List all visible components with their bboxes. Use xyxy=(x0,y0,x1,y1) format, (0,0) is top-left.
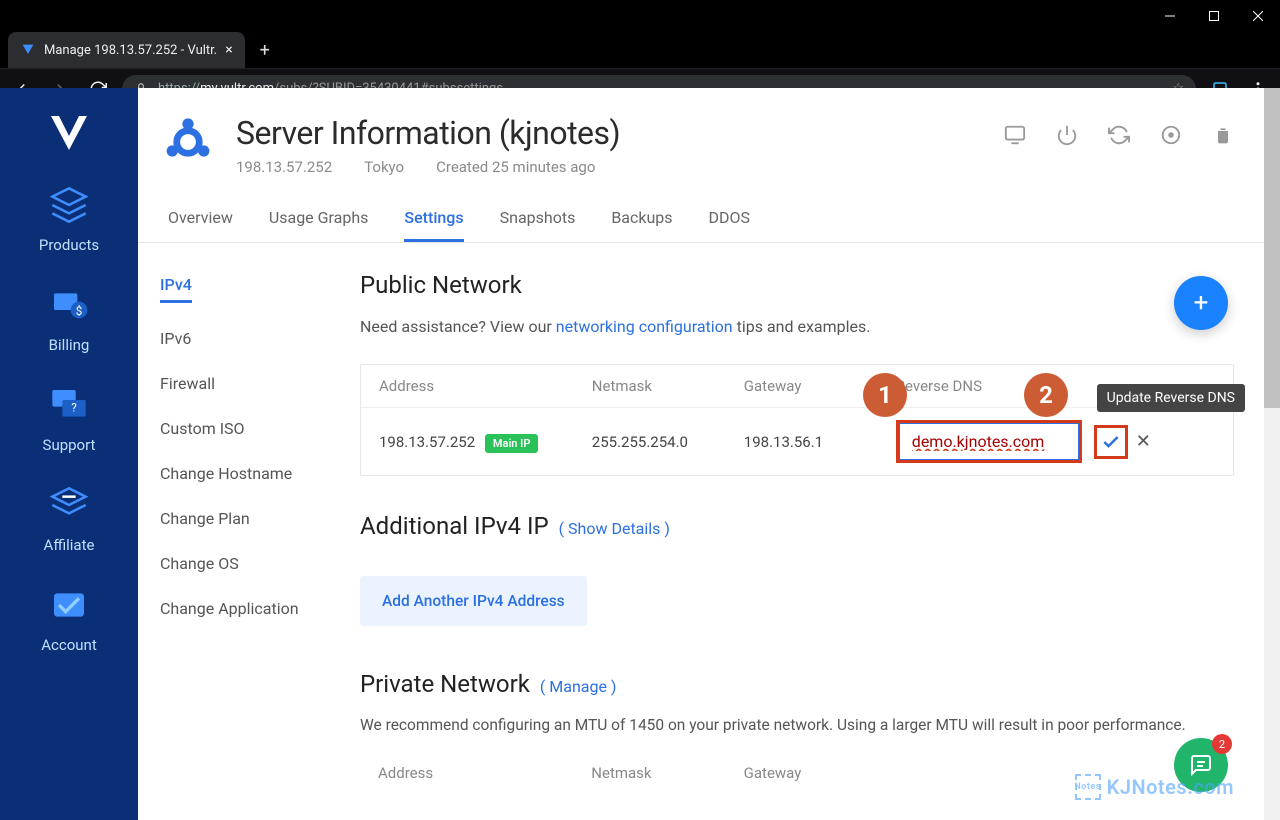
add-fab-button[interactable]: + xyxy=(1174,276,1228,330)
primary-sidebar: Products $ Billing ? Support Affiliate A… xyxy=(0,88,138,820)
subnav-custom-iso[interactable]: Custom ISO xyxy=(160,419,340,438)
settings-subnav: IPv4 IPv6 Firewall Custom ISO Change Hos… xyxy=(160,271,340,794)
main-ip-badge: Main IP xyxy=(485,434,539,453)
annotation-badge-1: 1 xyxy=(863,373,907,417)
tab-snapshots[interactable]: Snapshots xyxy=(500,208,576,242)
networking-config-link[interactable]: networking configuration xyxy=(556,317,733,336)
subnav-change-application[interactable]: Change Application xyxy=(160,599,340,618)
svg-text:$: $ xyxy=(76,304,83,318)
server-tabs: Overview Usage Graphs Settings Snapshots… xyxy=(138,196,1264,243)
cancel-rdns-button[interactable]: ✕ xyxy=(1136,431,1151,452)
update-rdns-tooltip: Update Reverse DNS xyxy=(1097,384,1245,412)
os-titlebar xyxy=(0,0,1280,32)
subnav-firewall[interactable]: Firewall xyxy=(160,374,340,393)
power-button[interactable] xyxy=(1056,124,1078,146)
subnav-ipv6[interactable]: IPv6 xyxy=(160,329,340,348)
sidebar-item-affiliate[interactable]: Affiliate xyxy=(43,482,95,554)
show-details-link[interactable]: ( Show Details ) xyxy=(559,519,670,538)
sidebar-item-products[interactable]: Products xyxy=(39,182,99,254)
page-title: Server Information (kjnotes) xyxy=(236,114,620,152)
settings-panel: Public Network Need assistance? View our… xyxy=(360,271,1234,794)
browser-tab-bar: Manage 198.13.57.252 - Vultr. × + xyxy=(0,32,1280,68)
watermark-icon: Notes xyxy=(1075,774,1101,800)
public-ip-table: Address Netmask Gateway Reverse DNS 198.… xyxy=(360,364,1234,476)
subnav-change-plan[interactable]: Change Plan xyxy=(160,509,340,528)
window-close-button[interactable] xyxy=(1236,0,1280,32)
tab-usage-graphs[interactable]: Usage Graphs xyxy=(269,208,369,242)
confirm-rdns-button[interactable] xyxy=(1094,425,1128,459)
browser-tab-title: Manage 198.13.57.252 - Vultr. xyxy=(44,43,217,58)
public-network-desc: Need assistance? View our networking con… xyxy=(360,317,1234,336)
public-network-heading: Public Network xyxy=(360,271,1234,299)
tab-settings[interactable]: Settings xyxy=(404,208,463,242)
products-stack-icon xyxy=(43,182,95,228)
ubuntu-os-icon xyxy=(160,114,216,170)
browser-tab[interactable]: Manage 198.13.57.252 - Vultr. × xyxy=(8,32,245,68)
page-header: Server Information (kjnotes) 198.13.57.2… xyxy=(138,88,1264,186)
main-content: Server Information (kjnotes) 198.13.57.2… xyxy=(138,88,1264,820)
window-maximize-button[interactable] xyxy=(1192,0,1236,32)
vultr-favicon-icon xyxy=(20,42,36,58)
restart-button[interactable] xyxy=(1108,124,1130,146)
private-network-desc: We recommend configuring an MTU of 1450 … xyxy=(360,716,1234,734)
vertical-scrollbar[interactable] xyxy=(1264,88,1280,820)
server-created: Created 25 minutes ago xyxy=(436,158,595,176)
manage-private-link[interactable]: ( Manage ) xyxy=(540,677,617,696)
server-ip: 198.13.57.252 xyxy=(236,158,332,176)
tab-overview[interactable]: Overview xyxy=(168,208,233,242)
col-address: Address xyxy=(379,377,592,395)
vultr-logo-icon[interactable] xyxy=(45,114,93,154)
subnav-ipv4[interactable]: IPv4 xyxy=(160,275,192,303)
support-chat-icon: ? xyxy=(43,382,95,428)
delete-button[interactable] xyxy=(1212,124,1234,146)
account-card-icon xyxy=(43,582,95,628)
cell-gateway: 198.13.56.1 xyxy=(744,433,896,451)
new-tab-button[interactable]: + xyxy=(251,32,279,68)
sidebar-item-account[interactable]: Account xyxy=(41,582,97,654)
console-button[interactable] xyxy=(1004,124,1026,146)
reverse-dns-input[interactable] xyxy=(899,423,1079,460)
sidebar-item-support[interactable]: ? Support xyxy=(43,382,96,454)
watermark: Notes KJNotes.com xyxy=(1075,774,1234,800)
subnav-change-hostname[interactable]: Change Hostname xyxy=(160,464,340,483)
subnav-change-os[interactable]: Change OS xyxy=(160,554,340,573)
chat-badge: 2 xyxy=(1212,734,1232,754)
table-row: 198.13.57.252 Main IP 255.255.254.0 198.… xyxy=(361,408,1233,475)
tab-backups[interactable]: Backups xyxy=(611,208,672,242)
annotation-box-1 xyxy=(896,420,1082,463)
add-ipv4-button[interactable]: Add Another IPv4 Address xyxy=(360,576,587,626)
affiliate-share-icon xyxy=(43,482,95,528)
svg-text:?: ? xyxy=(71,401,77,415)
server-location: Tokyo xyxy=(364,158,404,176)
col-netmask: Netmask xyxy=(592,377,744,395)
tab-close-icon[interactable]: × xyxy=(225,42,232,58)
additional-ipv4-heading: Additional IPv4 IP ( Show Details ) xyxy=(360,512,1234,540)
reinstall-button[interactable] xyxy=(1160,124,1182,146)
sidebar-item-billing[interactable]: $ Billing xyxy=(43,282,95,354)
window-minimize-button[interactable] xyxy=(1148,0,1192,32)
cell-address: 198.13.57.252 xyxy=(379,433,475,451)
cell-netmask: 255.255.254.0 xyxy=(592,433,744,451)
annotation-badge-2: 2 xyxy=(1024,373,1068,417)
private-network-heading: Private Network ( Manage ) xyxy=(360,670,1234,698)
billing-money-icon: $ xyxy=(43,282,95,328)
tab-ddos[interactable]: DDOS xyxy=(709,208,751,242)
